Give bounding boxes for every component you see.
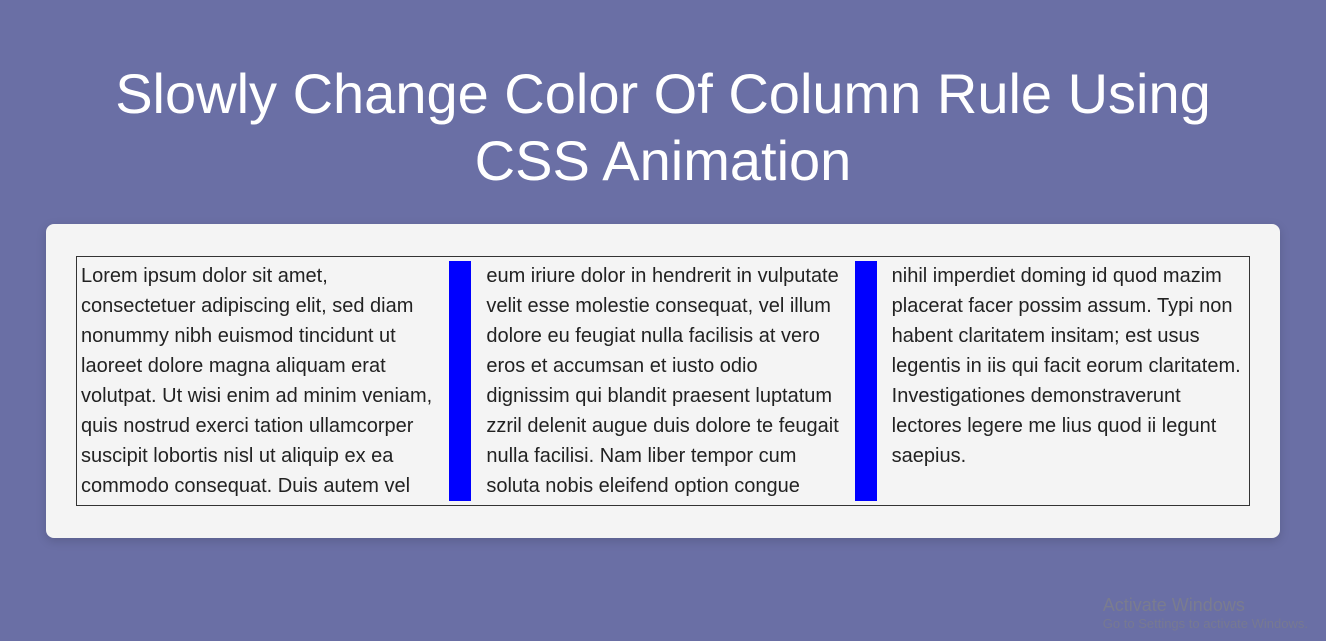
- multi-column-text: Lorem ipsum dolor sit amet, consectetuer…: [76, 256, 1250, 506]
- windows-activation-watermark: Activate Windows Go to Settings to activ…: [1103, 595, 1308, 631]
- content-card: Lorem ipsum dolor sit amet, consectetuer…: [46, 224, 1280, 538]
- watermark-subtitle: Go to Settings to activate Windows.: [1103, 616, 1308, 631]
- page-title: Slowly Change Color Of Column Rule Using…: [0, 0, 1326, 224]
- watermark-title: Activate Windows: [1103, 595, 1308, 616]
